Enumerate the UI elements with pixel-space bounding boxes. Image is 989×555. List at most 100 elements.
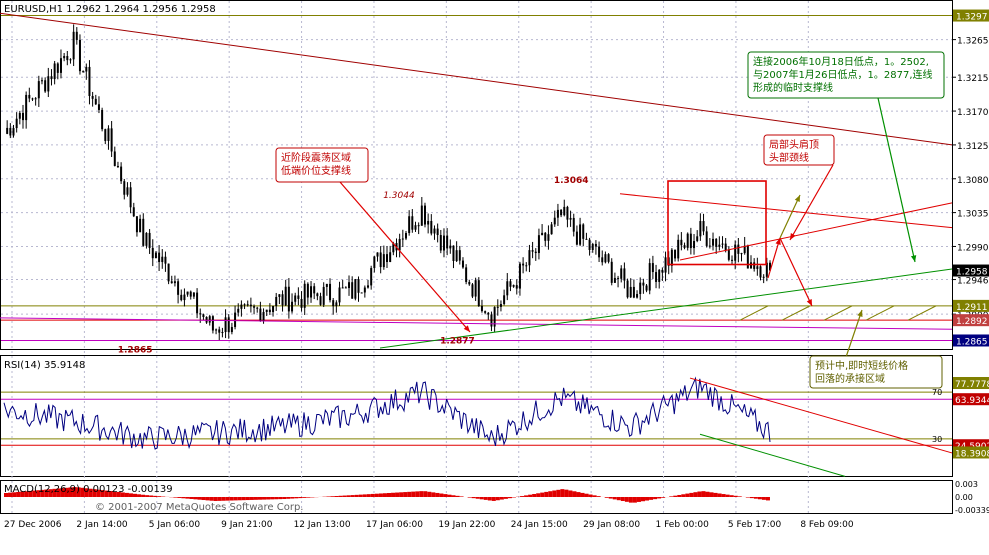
candle-body	[614, 278, 616, 283]
candle-body	[433, 229, 435, 234]
candle-body	[712, 239, 714, 246]
candle-body	[661, 270, 663, 273]
macd-bar	[766, 497, 770, 500]
macd-bar	[141, 495, 145, 497]
macd-bar	[290, 497, 294, 499]
candle-body	[354, 279, 356, 299]
macd-bar	[528, 495, 532, 497]
macd-bar	[387, 493, 391, 497]
y-tick-label: 1.3215	[957, 74, 989, 84]
candle-body	[22, 113, 24, 120]
candle-body	[31, 98, 33, 99]
rsi-badge: 18.3908	[955, 449, 989, 459]
rsi-label: RSI(14) 35.9148	[4, 360, 85, 371]
candle-body	[446, 236, 448, 249]
macd-bar	[327, 496, 331, 497]
candle-body	[456, 250, 458, 261]
macd-bar	[210, 497, 214, 501]
candle-body	[760, 266, 762, 277]
candle-body	[332, 300, 334, 306]
macd-bar	[714, 493, 718, 497]
candle-body	[41, 80, 43, 81]
candle-body	[589, 240, 591, 250]
candle-body	[237, 309, 239, 313]
candle-body	[329, 284, 331, 300]
candle-body	[636, 294, 638, 298]
macd-bar	[439, 494, 443, 497]
macd-bar	[185, 497, 189, 499]
candle-body	[88, 67, 90, 96]
candle-body	[168, 264, 170, 282]
callout-text: 回落的承接区域	[815, 372, 885, 385]
candle-body	[69, 59, 71, 60]
candle-body	[405, 233, 407, 238]
macd-bar	[282, 497, 286, 499]
macd-label: MACD(12,26,9) 0.00123 -0.00139	[4, 484, 173, 495]
macd-bar	[226, 497, 230, 501]
macd-bar	[560, 489, 564, 497]
macd-bar	[298, 497, 302, 498]
macd-bar	[468, 497, 472, 498]
x-tick-label: 5 Jan 06:00	[149, 520, 201, 530]
candle-body	[763, 277, 765, 278]
candle-body	[149, 233, 151, 248]
macd-bar	[552, 491, 556, 497]
candle-body	[639, 283, 641, 294]
candle-body	[38, 81, 40, 98]
candle-body	[402, 239, 404, 240]
macd-bar	[351, 495, 355, 497]
candle-body	[370, 268, 372, 285]
candle-body	[218, 329, 220, 332]
candle-body	[76, 32, 78, 40]
candle-body	[373, 257, 375, 268]
candle-body	[741, 253, 743, 254]
macd-bar	[153, 496, 157, 497]
macd-bar	[452, 495, 456, 497]
price-badge: 1.3297	[956, 13, 988, 23]
macd-bar	[613, 497, 617, 499]
price-badge: 1.2892	[956, 317, 988, 327]
candle-body	[484, 311, 486, 313]
candle-body	[547, 234, 549, 241]
candle-body	[399, 239, 401, 250]
candle-body	[240, 305, 242, 309]
candle-body	[693, 241, 695, 248]
macd-bar	[536, 493, 540, 497]
candle-body	[174, 281, 176, 283]
candle-body	[253, 306, 255, 307]
candle-body	[731, 260, 733, 261]
price-badge: 1.2958	[956, 268, 988, 278]
candle-body	[620, 268, 622, 278]
macd-bar	[589, 495, 593, 497]
candle-body	[266, 310, 268, 312]
candle-body	[611, 262, 613, 283]
candle-body	[706, 231, 708, 246]
candle-body	[604, 254, 606, 262]
rsi-badge: 63.9344	[955, 396, 989, 406]
candle-body	[544, 233, 546, 241]
candle-body	[259, 309, 261, 322]
candle-body	[367, 285, 369, 287]
macd-bar	[423, 491, 427, 497]
magenta-support-line	[0, 318, 952, 329]
candle-body	[753, 262, 755, 269]
candle-body	[335, 302, 337, 306]
macd-bar	[492, 497, 496, 501]
price-label: 1.2877	[440, 336, 475, 346]
candle-body	[145, 233, 147, 246]
candle-body	[278, 294, 280, 297]
candle-body	[187, 292, 189, 295]
price-label: 1.2865	[118, 345, 153, 355]
macd-bar	[157, 496, 161, 497]
macd-tick-label: -0.00339	[955, 506, 989, 515]
macd-bar	[189, 497, 193, 499]
candle-body	[699, 221, 701, 236]
candle-body	[9, 128, 11, 136]
copyright-text: © 2001-2007 MetaQuotes Software Corp.	[95, 502, 303, 513]
macd-bar	[294, 497, 298, 498]
macd-bar	[407, 492, 411, 497]
y-tick-label: 1.3080	[957, 176, 989, 186]
candle-body	[687, 234, 689, 248]
macd-bar	[617, 497, 621, 500]
candle-body	[73, 32, 75, 60]
